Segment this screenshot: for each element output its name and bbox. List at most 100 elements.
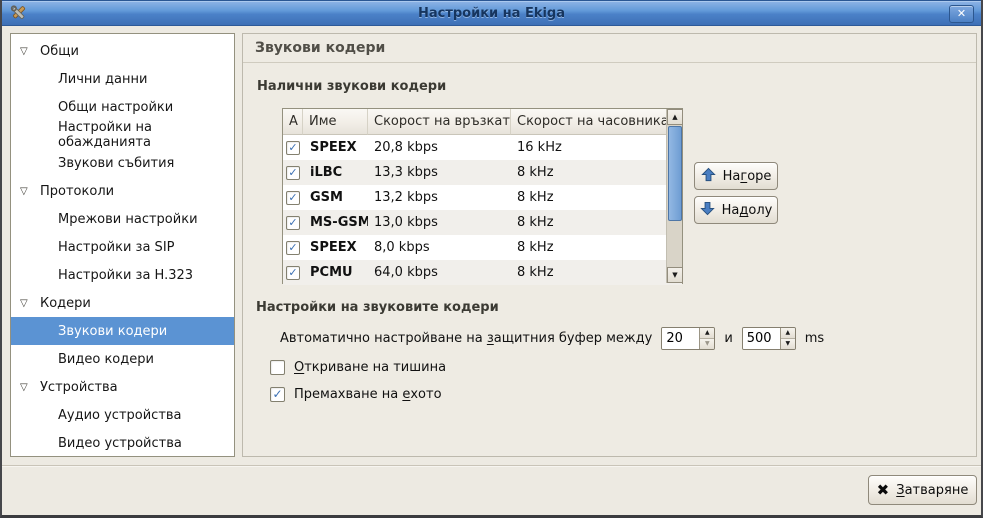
titlebar[interactable]: Настройки на Ekiga ✕ xyxy=(2,0,981,26)
settings-checkboxes: Откриване на тишина ✓ Премахване на ехото xyxy=(270,359,446,402)
codec-clock: 8 kHz xyxy=(511,240,666,255)
up-arrow-icon xyxy=(701,167,716,186)
move-down-label: Надолу xyxy=(722,203,773,218)
sidebar-item[interactable]: Видео устройства xyxy=(11,429,234,457)
sidebar-item-label: Протоколи xyxy=(40,184,114,199)
close-button[interactable]: ✖ Затваряне xyxy=(868,475,977,505)
jitter-min-spinner: ▲ ▼ xyxy=(661,327,715,350)
codec-name: MS-GSM xyxy=(303,215,368,230)
window-title: Настройки на Ekiga xyxy=(2,6,981,21)
sidebar-tree: ▽ОбщиЛични данниОбщи настройкиНастройки … xyxy=(10,33,235,457)
jitter-max-input[interactable] xyxy=(743,328,780,349)
expander-icon[interactable]: ▽ xyxy=(20,298,40,309)
sidebar-item-label: Видео кодери xyxy=(58,352,154,367)
codec-row[interactable]: ✓ iLBC 13,3 kbps 8 kHz xyxy=(283,160,682,185)
codec-row[interactable]: ✓ SPEEX 8,0 kbps 8 kHz xyxy=(283,235,682,260)
codec-enabled-checkbox[interactable]: ✓ xyxy=(286,216,300,230)
page-title: Звукови кодери xyxy=(243,34,976,63)
codec-name: SPEEX xyxy=(303,140,368,155)
codec-enabled-checkbox[interactable]: ✓ xyxy=(286,241,300,255)
settings-checkbox-label: Откриване на тишина xyxy=(294,360,446,375)
sidebar-item-label: Настройки на обажданията xyxy=(58,120,234,150)
codec-row[interactable]: ✓ SPEEX 20,8 kbps 16 kHz xyxy=(283,135,682,160)
settings-checkbox[interactable] xyxy=(270,360,285,375)
sidebar-item[interactable]: Лични данни xyxy=(11,65,234,93)
codec-bandwidth: 8,0 kbps xyxy=(368,240,511,255)
jitter-min-input[interactable] xyxy=(662,328,699,349)
sidebar-item[interactable]: Настройки за SIP xyxy=(11,233,234,261)
codec-bandwidth: 13,2 kbps xyxy=(368,190,511,205)
jitter-buffer-label: Автоматично настройване на защитния буфе… xyxy=(280,331,652,346)
codec-bandwidth: 64,0 kbps xyxy=(368,265,511,280)
sidebar-item-label: Аудио устройства xyxy=(58,408,182,423)
close-x-icon: ✖ xyxy=(877,483,890,498)
move-down-button[interactable]: Надолу xyxy=(694,196,778,224)
spin-down-icon[interactable]: ▼ xyxy=(781,339,795,349)
sidebar-item[interactable]: Видео кодери xyxy=(11,345,234,373)
column-header[interactable]: A xyxy=(283,109,303,135)
sidebar-item[interactable]: Мрежови настройки xyxy=(11,205,234,233)
spin-down-icon[interactable]: ▼ xyxy=(700,339,714,349)
codec-enabled-checkbox[interactable]: ✓ xyxy=(286,266,300,280)
column-header[interactable]: Скорост на часовника xyxy=(511,109,666,135)
close-button-label: Затваряне xyxy=(896,483,968,498)
codec-row[interactable]: ✓ PCMU 64,0 kbps 8 kHz xyxy=(283,260,682,285)
sidebar-item[interactable]: Звукови събития xyxy=(11,149,234,177)
sidebar-item[interactable]: ▽Кодери xyxy=(11,289,234,317)
codec-bandwidth: 20,8 kbps xyxy=(368,140,511,155)
codec-bandwidth: 13,0 kbps xyxy=(368,215,511,230)
sidebar-item-label: Общи xyxy=(40,44,79,59)
spin-up-icon[interactable]: ▲ xyxy=(781,328,795,339)
sidebar-item-label: Мрежови настройки xyxy=(58,212,198,227)
sidebar-item[interactable]: ▽Устройства xyxy=(11,373,234,401)
expander-icon[interactable]: ▽ xyxy=(20,46,40,57)
scroll-down-icon[interactable]: ▼ xyxy=(667,267,683,283)
codec-enabled-checkbox[interactable]: ✓ xyxy=(286,141,300,155)
expander-icon[interactable]: ▽ xyxy=(20,186,40,197)
scrollbar-thumb[interactable] xyxy=(668,126,682,221)
window-close-button[interactable]: ✕ xyxy=(949,5,974,23)
sidebar-item-label: Видео устройства xyxy=(58,436,182,451)
codec-clock: 8 kHz xyxy=(511,265,666,280)
settings-check-row: ✓ Премахване на ехото xyxy=(270,386,446,402)
settings-checkbox[interactable]: ✓ xyxy=(270,387,285,402)
codec-table: AИмеСкорост на връзкатаСкорост на часовн… xyxy=(282,108,683,284)
sidebar-item-label: Общи настройки xyxy=(58,100,173,115)
sidebar-item-label: Лични данни xyxy=(58,72,147,87)
sidebar-item[interactable]: Аудио устройства xyxy=(11,401,234,429)
tools-icon xyxy=(9,4,28,23)
settings-checkbox-label: Премахване на ехото xyxy=(294,387,442,402)
main-panel: Звукови кодери Налични звукови кодери AИ… xyxy=(242,33,977,457)
spin-up-icon[interactable]: ▲ xyxy=(700,328,714,339)
sidebar-item[interactable]: Настройки за H.323 xyxy=(11,261,234,289)
sidebar-item[interactable]: Звукови кодери xyxy=(11,317,234,345)
expander-icon[interactable]: ▽ xyxy=(20,382,40,393)
codec-enabled-checkbox[interactable]: ✓ xyxy=(286,166,300,180)
move-up-button[interactable]: Нагоре xyxy=(694,162,778,190)
move-up-label: Нагоре xyxy=(723,169,772,184)
codec-enabled-checkbox[interactable]: ✓ xyxy=(286,191,300,205)
scroll-up-icon[interactable]: ▲ xyxy=(667,109,683,125)
sidebar-item-label: Устройства xyxy=(40,380,118,395)
codec-bandwidth: 13,3 kbps xyxy=(368,165,511,180)
down-arrow-icon xyxy=(700,201,715,220)
codec-clock: 16 kHz xyxy=(511,140,666,155)
jitter-buffer-row: Автоматично настройване на защитния буфе… xyxy=(280,326,824,350)
sidebar-item-label: Звукови кодери xyxy=(58,324,167,339)
codec-row[interactable]: ✓ GSM 13,2 kbps 8 kHz xyxy=(283,185,682,210)
sidebar-item[interactable]: ▽Протоколи xyxy=(11,177,234,205)
sidebar-item-label: Настройки за SIP xyxy=(58,240,175,255)
sidebar-item[interactable]: Общи настройки xyxy=(11,93,234,121)
codec-row[interactable]: ✓ MS-GSM 13,0 kbps 8 kHz xyxy=(283,210,682,235)
codecs-section-title: Налични звукови кодери xyxy=(257,79,446,94)
sidebar-item[interactable]: Настройки на обажданията xyxy=(11,121,234,149)
codec-table-header: AИмеСкорост на връзкатаСкорост на часовн… xyxy=(283,109,682,135)
column-header[interactable]: Скорост на връзката xyxy=(368,109,511,135)
jitter-and-label: и xyxy=(724,331,732,346)
sidebar-item[interactable]: ▽Общи xyxy=(11,37,234,65)
codec-clock: 8 kHz xyxy=(511,215,666,230)
table-scrollbar[interactable]: ▲ ▼ xyxy=(666,109,682,283)
column-header[interactable]: Име xyxy=(303,109,368,135)
sidebar-item-label: Настройки за H.323 xyxy=(58,268,193,283)
codec-name: iLBC xyxy=(303,165,368,180)
